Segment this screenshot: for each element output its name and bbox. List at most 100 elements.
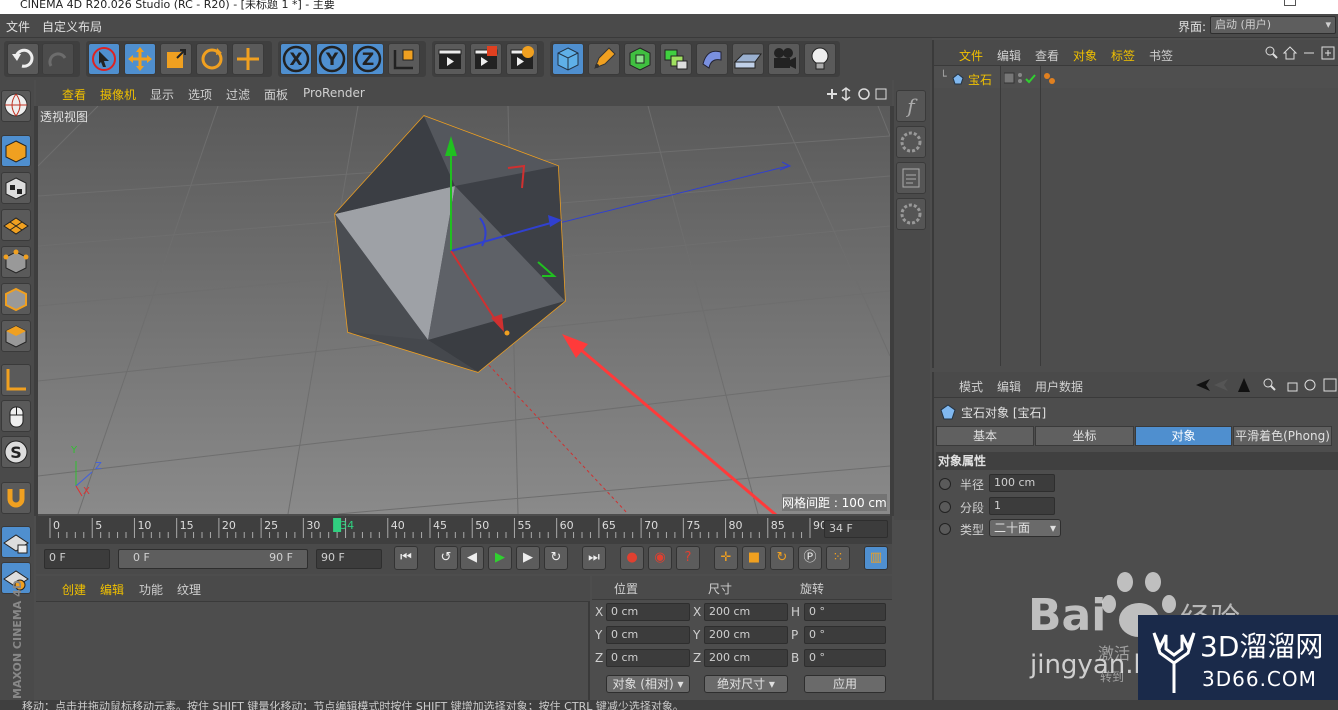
viewport-menu-display[interactable]: 显示	[150, 86, 174, 103]
am-menu-edit[interactable]: 编辑	[997, 378, 1021, 395]
autokey-button[interactable]: ◉	[648, 546, 672, 570]
end-frame-field[interactable]: 90 F	[316, 549, 382, 569]
points-mode-button[interactable]	[1, 246, 31, 278]
key-position-button[interactable]: ✛	[714, 546, 738, 570]
undo-button[interactable]	[7, 43, 39, 75]
rotation-p-field[interactable]: 0 °	[804, 626, 886, 644]
size-z-field[interactable]: 200 cm	[704, 649, 788, 667]
subdivision-surface-button[interactable]	[624, 43, 656, 75]
floor-object-button[interactable]	[732, 43, 764, 75]
restore-icon[interactable]	[1284, 0, 1296, 6]
edges-mode-button[interactable]	[1, 283, 31, 315]
coordinate-system-button[interactable]	[388, 43, 420, 75]
om-menu-bookmarks[interactable]: 书签	[1149, 47, 1173, 64]
om-visibility-icons[interactable]	[1004, 72, 1038, 86]
coord-mode-select[interactable]: 对象 (相对) ▾	[606, 675, 690, 693]
play-button[interactable]: ▶	[488, 546, 512, 570]
viewport-menu-view[interactable]: 查看	[62, 86, 86, 103]
keyframe-selection-button[interactable]: ?	[676, 546, 700, 570]
gear-button-2[interactable]	[896, 198, 926, 230]
size-y-field[interactable]: 200 cm	[704, 626, 788, 644]
camera-object-button[interactable]	[768, 43, 800, 75]
om-object-row-gem[interactable]: └ 宝石	[938, 70, 1002, 88]
rotation-h-field[interactable]: 0 °	[804, 603, 886, 621]
material-menu-create[interactable]: 创建	[62, 581, 86, 598]
axis-mode-button[interactable]	[1, 364, 31, 396]
start-frame-field[interactable]: 0 F	[44, 549, 110, 569]
menu-custom-layout[interactable]: 自定义布局	[42, 18, 102, 35]
size-x-field[interactable]: 200 cm	[704, 603, 788, 621]
tab-basic[interactable]: 基本	[936, 426, 1034, 446]
key-rotation-button[interactable]: ↻	[770, 546, 794, 570]
snap-button[interactable]: S	[1, 436, 31, 468]
om-menu-view[interactable]: 查看	[1035, 47, 1059, 64]
viewport-menu-filter[interactable]: 过滤	[226, 86, 250, 103]
polygons-mode-button[interactable]	[1, 320, 31, 352]
am-menu-user-data[interactable]: 用户数据	[1035, 378, 1083, 395]
key-parameter-button[interactable]: Ⓟ	[798, 546, 822, 570]
radius-animate-radio[interactable]	[939, 478, 951, 490]
material-menu-edit[interactable]: 编辑	[100, 581, 124, 598]
make-editable-button[interactable]	[1, 90, 31, 122]
z-axis-lock-button[interactable]: Z	[352, 43, 384, 75]
pen-tool-button[interactable]	[588, 43, 620, 75]
viewport-nav-icons[interactable]	[824, 86, 888, 102]
position-y-field[interactable]: 0 cm	[606, 626, 690, 644]
scale-tool-button[interactable]	[160, 43, 192, 75]
type-animate-radio[interactable]	[939, 523, 951, 535]
gear-button-1[interactable]	[896, 126, 926, 158]
tab-phong[interactable]: 平滑着色(Phong)	[1233, 426, 1332, 446]
array-object-button[interactable]	[660, 43, 692, 75]
rotation-b-field[interactable]: 0 °	[804, 649, 886, 667]
workplane-lock-button[interactable]	[1, 526, 31, 558]
workplane-mode-button[interactable]	[1, 209, 31, 241]
layout-select[interactable]: 启动 (用户) ▾	[1210, 16, 1336, 34]
tab-coord[interactable]: 坐标	[1035, 426, 1134, 446]
om-menu-edit[interactable]: 编辑	[997, 47, 1021, 64]
position-x-field[interactable]: 0 cm	[606, 603, 690, 621]
phong-tag-icon[interactable]	[1042, 71, 1058, 87]
viewport-menu-cameras[interactable]: 摄像机	[100, 86, 136, 103]
deformer-button[interactable]	[696, 43, 728, 75]
viewport-menu-prorender[interactable]: ProRender	[303, 86, 365, 100]
xpresso-button[interactable]: f	[896, 90, 926, 122]
om-header-icons[interactable]	[1264, 45, 1336, 61]
recent-tool-button[interactable]	[232, 43, 264, 75]
key-scale-button[interactable]: ■	[742, 546, 766, 570]
am-menu-mode[interactable]: 模式	[959, 378, 983, 395]
record-button[interactable]: ●	[620, 546, 644, 570]
size-mode-select[interactable]: 绝对尺寸 ▾	[704, 675, 788, 693]
am-header-icons[interactable]	[1194, 376, 1338, 394]
viewport-menu-panel[interactable]: 面板	[264, 86, 288, 103]
magnet-button[interactable]	[1, 482, 31, 514]
radius-field[interactable]: 100 cm	[989, 474, 1055, 492]
type-select[interactable]: 二十面 ▾	[989, 519, 1061, 537]
redo-button[interactable]	[42, 43, 74, 75]
next-key-button[interactable]: ↻	[544, 546, 568, 570]
light-object-button[interactable]	[804, 43, 836, 75]
render-picture-viewer-button[interactable]	[470, 43, 502, 75]
cube-object-button[interactable]	[552, 43, 584, 75]
material-menu-function[interactable]: 功能	[139, 581, 163, 598]
tab-object[interactable]: 对象	[1135, 426, 1232, 446]
om-menu-objects[interactable]: 对象	[1073, 47, 1097, 64]
position-z-field[interactable]: 0 cm	[606, 649, 690, 667]
model-mode-button[interactable]	[1, 135, 31, 167]
prev-frame-button[interactable]: ◀	[460, 546, 484, 570]
key-pla-button[interactable]: ⁙	[826, 546, 850, 570]
material-menu-texture[interactable]: 纹理	[177, 581, 201, 598]
scheme-button[interactable]: ▥	[864, 546, 888, 570]
current-frame-field[interactable]: 34 F	[824, 520, 888, 538]
menu-file[interactable]: 文件	[6, 18, 30, 35]
segments-animate-radio[interactable]	[939, 501, 951, 513]
next-frame-button[interactable]: ▶	[516, 546, 540, 570]
render-view-button[interactable]	[434, 43, 466, 75]
segments-field[interactable]: 1	[989, 497, 1055, 515]
prev-key-button[interactable]: ↺	[434, 546, 458, 570]
x-axis-lock-button[interactable]: X	[280, 43, 312, 75]
live-select-button[interactable]	[88, 43, 120, 75]
render-settings-button[interactable]	[506, 43, 538, 75]
texture-mode-button[interactable]	[1, 172, 31, 204]
frame-range-slider[interactable]: 0 F 90 F	[118, 549, 308, 569]
perspective-viewport[interactable]: 透视视图 Y Z X 网格间距 : 100 cm	[38, 106, 890, 514]
